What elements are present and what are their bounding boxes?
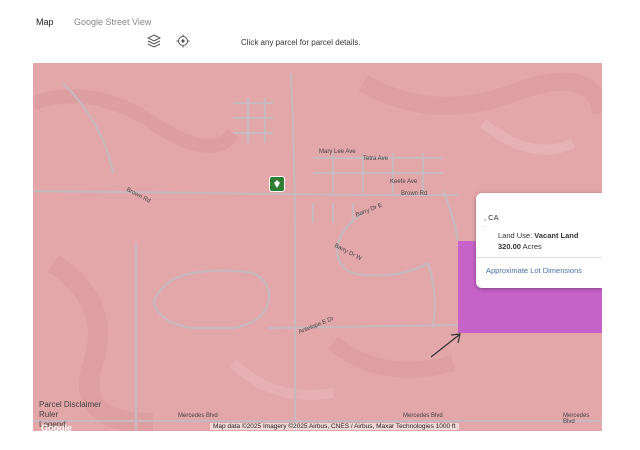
- parcel-hint: Click any parcel for parcel details.: [241, 38, 361, 47]
- road-label-mercedes-1: Mercedes Blvd: [178, 413, 218, 419]
- popup-land-use: Land Use: Vacant Land: [498, 231, 578, 240]
- road-label-keefe: Keefe Ave: [390, 179, 418, 185]
- road-label-brown-east: Brown Rd: [401, 191, 428, 197]
- layers-icon[interactable]: [146, 34, 162, 48]
- popup-acres-unit: Acres: [522, 242, 542, 251]
- parcel-info-popup: , CA · Land Use: Vacant Land 320.00 Acre…: [476, 193, 602, 288]
- map-attribution: Map data ©2025 Imagery ©2025 Airbus, CNE…: [210, 423, 459, 430]
- road-label-mercedes-2: Mercedes Blvd: [403, 413, 443, 419]
- tab-map[interactable]: Map: [36, 17, 54, 27]
- popup-divider: [476, 257, 602, 258]
- popup-land-use-value: Vacant Land: [534, 231, 579, 240]
- map-header: Map Google Street View Click any parcel …: [0, 0, 640, 60]
- location-marker-icon[interactable]: [269, 176, 285, 192]
- ruler-link[interactable]: Ruler: [39, 410, 101, 420]
- locate-icon[interactable]: [176, 34, 190, 48]
- satellite-map[interactable]: Mary Lee Ave Tetra Ave Keefe Ave Brown R…: [33, 63, 602, 431]
- road-label-mary-lee: Mary Lee Ave: [319, 149, 356, 155]
- popup-location: , CA: [484, 213, 499, 222]
- popup-land-use-label: Land Use:: [498, 231, 535, 240]
- road-label-mercedes-3: Mercedes Blvd: [563, 413, 590, 425]
- road-label-tetra: Tetra Ave: [363, 156, 388, 162]
- google-logo: Google: [41, 423, 72, 431]
- tab-street-view[interactable]: Google Street View: [74, 17, 151, 27]
- parcel-disclaimer-link[interactable]: Parcel Disclaimer: [39, 400, 101, 410]
- popup-bullet: ·: [484, 224, 486, 230]
- popup-acres-value: 320.00: [498, 242, 521, 251]
- popup-acres: 320.00 Acres: [498, 242, 542, 251]
- lot-dimensions-link[interactable]: Approximate Lot Dimensions: [486, 266, 582, 275]
- hand-drawn-arrow-icon: [430, 333, 461, 358]
